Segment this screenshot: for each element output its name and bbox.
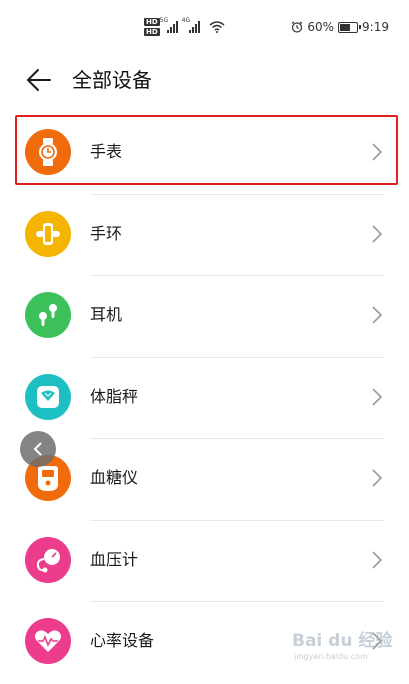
device-label: 体脂秤 bbox=[90, 386, 139, 406]
battery-icon bbox=[338, 21, 362, 33]
scale-icon bbox=[25, 373, 71, 420]
battery-percent: 60% bbox=[307, 20, 335, 34]
page-title: 全部设备 bbox=[72, 68, 152, 92]
device-label: 手表 bbox=[90, 142, 123, 161]
chevron-right-icon bbox=[372, 306, 383, 324]
wifi-icon bbox=[209, 21, 225, 33]
signal-icon: 5G bbox=[160, 17, 178, 33]
device-label: 血压计 bbox=[90, 549, 139, 569]
device-label: 手环 bbox=[90, 223, 123, 243]
floating-back-button[interactable] bbox=[20, 431, 56, 467]
hd-badge: HD bbox=[144, 28, 160, 36]
device-label: 耳机 bbox=[90, 305, 123, 324]
back-button[interactable] bbox=[24, 65, 54, 95]
chevron-left-icon bbox=[33, 442, 42, 456]
device-item-band[interactable]: 手环 bbox=[0, 195, 409, 276]
device-list: 手表 手环 耳机 体脂秤 血糖仪 血压计 心率设备 bbox=[0, 113, 409, 684]
device-label: 心率设备 bbox=[90, 631, 155, 650]
chevron-right-icon bbox=[372, 469, 383, 487]
heart-rate-icon bbox=[25, 618, 71, 664]
device-item-blood-pressure[interactable]: 血压计 bbox=[0, 521, 409, 602]
device-item-glucose-meter[interactable]: 血糖仪 bbox=[0, 439, 409, 521]
earphone-icon bbox=[25, 292, 71, 338]
device-item-watch[interactable]: 手表 bbox=[0, 113, 409, 195]
status-right: 60% 9:19 bbox=[291, 20, 389, 34]
chevron-right-icon bbox=[372, 143, 383, 161]
watch-icon bbox=[25, 129, 71, 175]
clock: 9:19 bbox=[362, 20, 389, 34]
network-type-label: 5G bbox=[159, 17, 169, 24]
device-item-scale[interactable]: 体脂秤 bbox=[0, 358, 409, 439]
band-icon bbox=[25, 210, 71, 257]
hd-badge: HD bbox=[144, 18, 160, 26]
app-header: 全部设备 bbox=[0, 55, 409, 105]
signal-icon: 4G bbox=[182, 17, 200, 33]
chevron-right-icon bbox=[372, 224, 383, 243]
watermark-text: Bai du 经验 bbox=[292, 631, 393, 651]
status-bar: HD HD 5G 4G 60% 9:19 bbox=[0, 0, 409, 40]
chevron-right-icon bbox=[372, 387, 383, 406]
arrow-left-icon bbox=[27, 69, 51, 91]
network-type-label: 4G bbox=[181, 17, 191, 24]
watermark: Bai du 经验 jingyan.baidu.com bbox=[292, 626, 402, 672]
alarm-icon bbox=[292, 21, 303, 33]
device-item-earphone[interactable]: 耳机 bbox=[0, 276, 409, 358]
device-label: 血糖仪 bbox=[90, 468, 139, 487]
network-indicators: HD HD 5G 4G bbox=[144, 14, 225, 40]
watermark-url: jingyan.baidu.com bbox=[294, 652, 368, 661]
chevron-right-icon bbox=[372, 550, 383, 569]
blood-pressure-icon bbox=[25, 536, 71, 583]
